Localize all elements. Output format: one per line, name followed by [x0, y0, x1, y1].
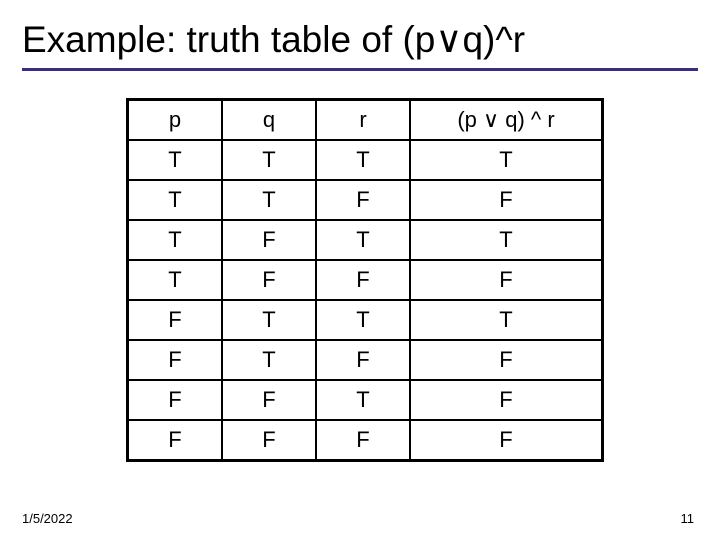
cell-r: F: [316, 180, 410, 220]
footer-page-number: 11: [681, 511, 695, 526]
cell-q: T: [222, 300, 316, 340]
cell-p: F: [128, 380, 223, 420]
cell-res: T: [410, 300, 603, 340]
col-header-p: p: [128, 100, 223, 141]
cell-q: T: [222, 340, 316, 380]
cell-r: F: [316, 260, 410, 300]
cell-q: F: [222, 220, 316, 260]
res-mid: q): [499, 107, 531, 132]
or-symbol: ∨: [435, 20, 462, 61]
cell-p: F: [128, 340, 223, 380]
cell-p: F: [128, 420, 223, 461]
cell-q: T: [222, 180, 316, 220]
col-header-result: (p ∨ q) ^ r: [410, 100, 603, 141]
cell-q: F: [222, 420, 316, 461]
table-row: T F F F: [128, 260, 603, 300]
slide: Example: truth table of (p∨q)^r p q r (p…: [0, 0, 720, 540]
cell-res: F: [410, 420, 603, 461]
cell-r: T: [316, 380, 410, 420]
slide-title: Example: truth table of (p∨q)^r: [22, 18, 525, 62]
table-header-row: p q r (p ∨ q) ^ r: [128, 100, 603, 141]
and-symbol: ^: [495, 19, 512, 60]
truth-table: p q r (p ∨ q) ^ r T T T T T T: [126, 98, 604, 462]
truth-table-wrap: p q r (p ∨ q) ^ r T T T T T T: [126, 98, 604, 462]
res-or-symbol: ∨: [483, 107, 499, 132]
table-row: F F F F: [128, 420, 603, 461]
table-row: T F T T: [128, 220, 603, 260]
res-suffix: r: [541, 107, 554, 132]
cell-q: F: [222, 260, 316, 300]
title-mid: q): [462, 19, 495, 60]
footer-date: 1/5/2022: [22, 511, 73, 526]
res-and-symbol: ^: [531, 107, 541, 132]
cell-res: F: [410, 380, 603, 420]
cell-r: T: [316, 300, 410, 340]
col-header-r: r: [316, 100, 410, 141]
cell-res: F: [410, 180, 603, 220]
cell-r: T: [316, 140, 410, 180]
cell-p: T: [128, 260, 223, 300]
cell-q: T: [222, 140, 316, 180]
cell-p: T: [128, 180, 223, 220]
cell-p: F: [128, 300, 223, 340]
title-underline: [22, 68, 698, 71]
col-header-q: q: [222, 100, 316, 141]
table-row: F T T T: [128, 300, 603, 340]
title-prefix: Example: truth table of (p: [22, 19, 435, 60]
cell-p: T: [128, 140, 223, 180]
title-suffix: r: [513, 19, 525, 60]
table-row: T T T T: [128, 140, 603, 180]
cell-res: T: [410, 140, 603, 180]
cell-p: T: [128, 220, 223, 260]
cell-q: F: [222, 380, 316, 420]
cell-res: T: [410, 220, 603, 260]
cell-r: F: [316, 340, 410, 380]
cell-r: F: [316, 420, 410, 461]
table-row: F F T F: [128, 380, 603, 420]
res-prefix: (p: [457, 107, 483, 132]
cell-r: T: [316, 220, 410, 260]
cell-res: F: [410, 260, 603, 300]
cell-res: F: [410, 340, 603, 380]
table-row: F T F F: [128, 340, 603, 380]
table-row: T T F F: [128, 180, 603, 220]
